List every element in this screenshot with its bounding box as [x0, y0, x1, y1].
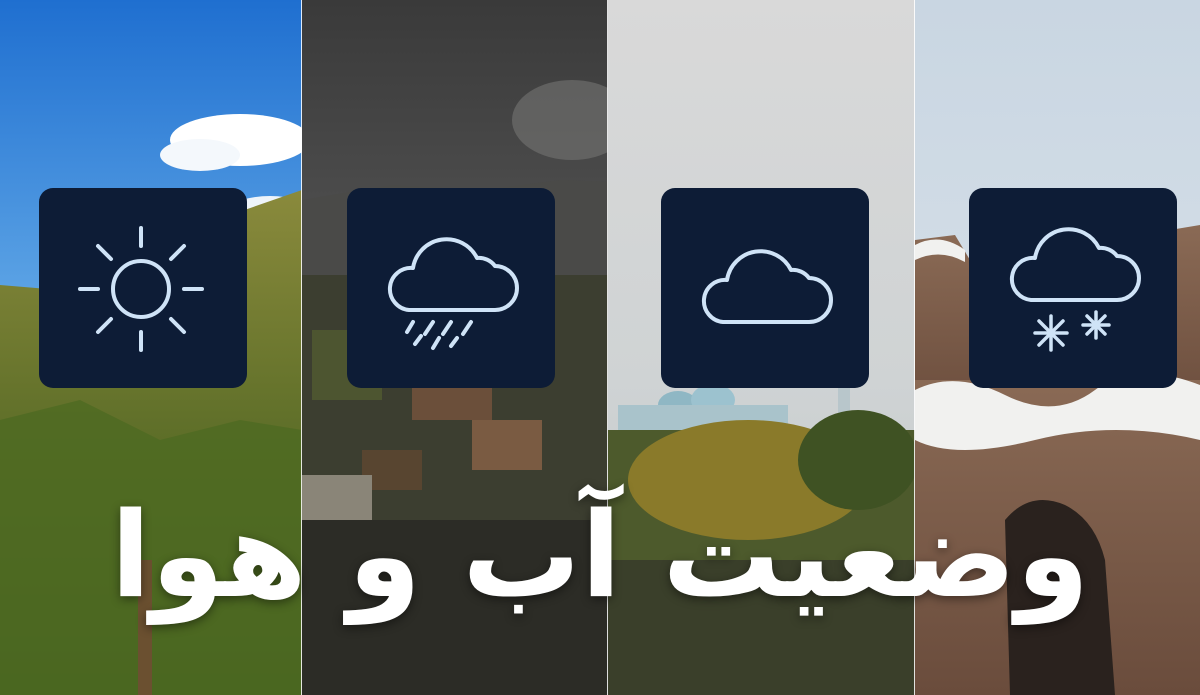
sun-icon	[78, 226, 204, 352]
cloud-icon	[701, 249, 833, 324]
snowy-weather-tile	[969, 188, 1177, 388]
rain-cloud-icon	[387, 237, 519, 350]
rainy-weather-tile	[347, 188, 555, 388]
weather-title: وضعیت آب و هوا	[110, 486, 1090, 624]
sunny-weather-tile	[39, 188, 247, 388]
cloudy-weather-tile	[661, 188, 869, 388]
snow-cloud-icon	[1009, 227, 1141, 352]
